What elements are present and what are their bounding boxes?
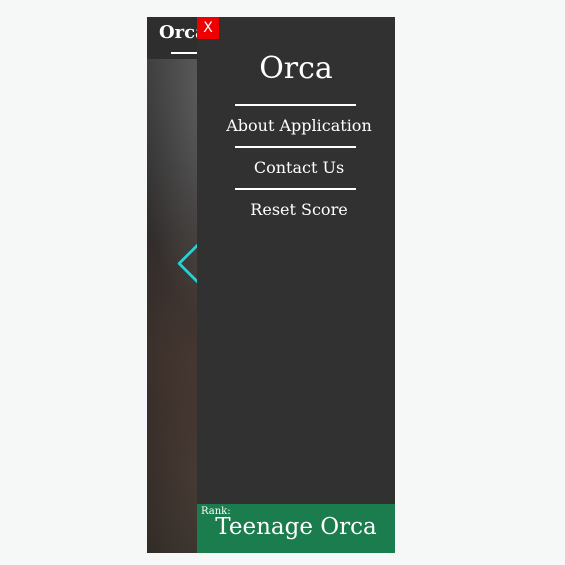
menu-item-about-application[interactable]: About Application [197,116,395,135]
rank-value: Teenage Orca [215,514,377,540]
side-drawer: Orca About Application Contact Us Reset … [197,17,395,553]
menu-item-contact-us[interactable]: Contact Us [197,158,395,177]
drawer-title: Orca [259,51,333,86]
divider [235,146,356,148]
phone-viewport: Orca 85 Orca About Application Contact U… [147,17,395,553]
title-underline [171,52,197,54]
rank-bar: Rank: Teenage Orca [197,504,395,553]
close-button[interactable]: X [197,17,219,39]
menu-item-reset-score[interactable]: Reset Score [197,200,395,219]
divider [235,104,356,106]
divider [235,188,356,190]
